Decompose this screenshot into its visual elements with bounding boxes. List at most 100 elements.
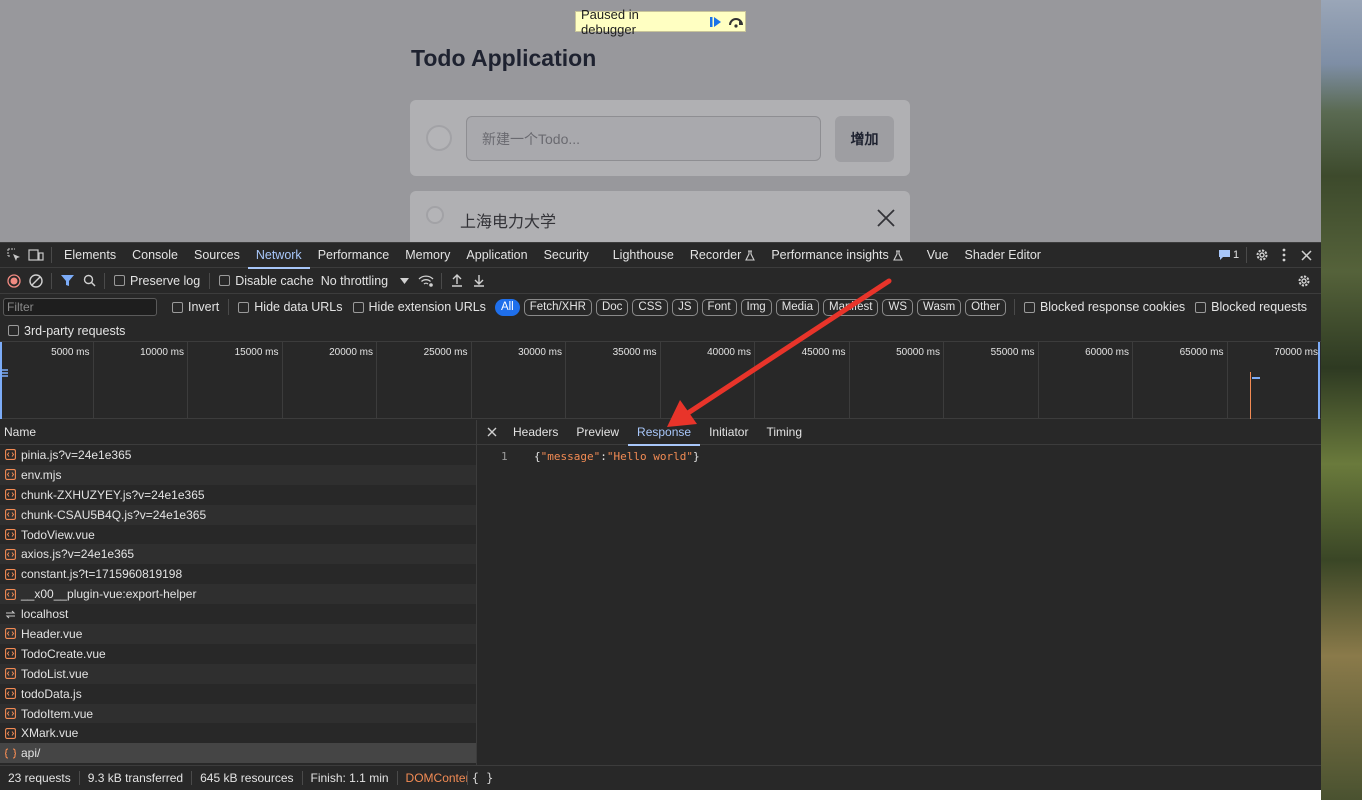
response-viewer[interactable]: 1 {"message":"Hello world"}: [477, 445, 1321, 765]
download-icon[interactable]: [468, 270, 490, 292]
checkbox-box[interactable]: [352, 301, 364, 313]
disable-cache-checkbox[interactable]: Disable cache: [219, 274, 314, 288]
filter-chip-media[interactable]: Media: [775, 298, 820, 316]
request-row[interactable]: env.mjs: [0, 464, 476, 485]
upload-icon[interactable]: [446, 270, 468, 292]
filter-chip-doc[interactable]: Doc: [595, 298, 629, 316]
checkbox-box[interactable]: [8, 325, 19, 336]
third-party-checkbox[interactable]: 3rd-party requests: [8, 324, 125, 338]
tab-security[interactable]: Security: [536, 243, 597, 268]
preserve-log-checkbox[interactable]: Preserve log: [114, 274, 200, 288]
tab-performance[interactable]: Performance: [310, 243, 398, 268]
more-options-icon[interactable]: [1273, 244, 1295, 266]
request-row[interactable]: Header.vue: [0, 624, 476, 644]
page-title: Todo Application: [411, 45, 597, 71]
checkbox-box[interactable]: [238, 301, 250, 313]
filter-chip-other[interactable]: Other: [965, 298, 1006, 316]
tab-network[interactable]: Network: [247, 243, 310, 269]
tab-sources[interactable]: Sources: [186, 243, 248, 268]
tab-lighthouse[interactable]: Lighthouse: [605, 243, 682, 268]
close-icon[interactable]: [876, 208, 896, 228]
name-column-header[interactable]: Name: [0, 420, 477, 445]
close-icon[interactable]: [484, 421, 500, 443]
request-row[interactable]: XMark.vue: [0, 723, 476, 743]
status-bar: 23 requests 9.3 kB transferred 645 kB re…: [0, 765, 1321, 790]
detail-tab-list: Headers Preview Response Initiator Timing: [504, 420, 811, 446]
add-button[interactable]: 增加: [835, 116, 894, 162]
detail-tab-preview[interactable]: Preview: [567, 420, 628, 445]
filter-chip-css[interactable]: CSS: [632, 298, 669, 316]
detail-tab-timing[interactable]: Timing: [757, 420, 811, 445]
request-row[interactable]: constant.js?t=1715960819198: [0, 564, 476, 584]
network-overview-timeline[interactable]: 5000 ms 10000 ms 15000 ms 20000 ms 25000 ms 3…: [0, 342, 1321, 419]
invert-checkbox[interactable]: Invert: [172, 300, 219, 314]
detail-tab-headers[interactable]: Headers: [504, 420, 567, 445]
filter-chip-wasm[interactable]: Wasm: [917, 298, 962, 316]
tab-application[interactable]: Application: [458, 243, 535, 268]
filter-chip-font[interactable]: Font: [701, 298, 737, 316]
detail-tab-response[interactable]: Response: [628, 420, 701, 446]
throttling-select[interactable]: No throttling: [321, 274, 410, 288]
request-row[interactable]: chunk-ZXHUZYEY.js?v=24e1e365: [0, 485, 476, 505]
filter-chip-manifest[interactable]: Manifest: [823, 298, 879, 316]
filter-icon[interactable]: [56, 270, 78, 292]
hide-extension-urls-checkbox[interactable]: Hide extension URLs: [352, 300, 486, 314]
tab-label: Vue: [926, 248, 949, 262]
request-row[interactable]: todoData.js: [0, 684, 476, 704]
request-row[interactable]: TodoCreate.vue: [0, 644, 476, 664]
close-icon[interactable]: [1295, 244, 1317, 266]
gear-icon[interactable]: [1293, 270, 1315, 292]
network-conditions-icon[interactable]: [415, 270, 437, 292]
tab-elements[interactable]: Elements: [56, 243, 124, 268]
issues-icon[interactable]: 1: [1216, 244, 1242, 266]
filter-chip-js[interactable]: JS: [672, 298, 698, 316]
blocked-requests-checkbox[interactable]: Blocked requests: [1195, 300, 1307, 314]
pretty-print-icon[interactable]: { }: [472, 767, 494, 789]
checkbox-box[interactable]: [1023, 301, 1035, 313]
record-icon[interactable]: [3, 270, 25, 292]
checkbox-box[interactable]: [172, 301, 183, 313]
gear-icon[interactable]: [1251, 244, 1273, 266]
blocked-cookies-checkbox[interactable]: Blocked response cookies: [1023, 300, 1185, 314]
request-row[interactable]: TodoList.vue: [0, 663, 476, 684]
request-row[interactable]: api/: [0, 743, 476, 764]
filter-chip-all[interactable]: All: [494, 298, 520, 316]
circle-icon: [426, 125, 452, 151]
todo-checkbox[interactable]: [426, 206, 444, 224]
checkbox-box[interactable]: [219, 275, 231, 286]
search-icon[interactable]: [78, 270, 100, 292]
tab-console[interactable]: Console: [124, 243, 186, 268]
checkbox-box[interactable]: [1195, 301, 1207, 313]
tab-recorder[interactable]: Recorder: [682, 243, 763, 268]
request-row[interactable]: __x00__plugin-vue:export-helper: [0, 584, 476, 605]
desktop-background: [1321, 0, 1362, 800]
tab-shader-editor[interactable]: Shader Editor: [957, 243, 1049, 268]
filter-input[interactable]: [3, 298, 157, 316]
invert-label: Invert: [188, 300, 220, 314]
request-row[interactable]: axios.js?v=24e1e365: [0, 544, 476, 565]
detail-tab-initiator[interactable]: Initiator: [700, 420, 757, 445]
clear-icon[interactable]: [25, 270, 47, 292]
request-row[interactable]: chunk-CSAU5B4Q.js?v=24e1e365: [0, 504, 476, 525]
request-row[interactable]: localhost: [0, 604, 476, 624]
checkbox-box[interactable]: [114, 275, 125, 286]
request-row[interactable]: TodoView.vue: [0, 525, 476, 545]
timeline-handle[interactable]: [1318, 342, 1320, 419]
devtools-panel: Elements Console Sources Network Performance…: [0, 242, 1321, 800]
request-row[interactable]: TodoItem.vue: [0, 703, 476, 724]
tab-memory[interactable]: Memory: [397, 243, 458, 268]
device-toolbar-icon[interactable]: [25, 244, 47, 266]
step-over-icon[interactable]: [727, 14, 745, 30]
filter-chip-ws[interactable]: WS: [882, 298, 914, 316]
tab-performance-insights[interactable]: Performance insights: [763, 243, 910, 268]
resume-icon[interactable]: [707, 14, 725, 30]
filter-chip-fetch-xhr[interactable]: Fetch/XHR: [523, 298, 592, 316]
new-todo-input[interactable]: [466, 116, 821, 161]
inspect-element-icon[interactable]: [3, 244, 25, 266]
filter-chip-img[interactable]: Img: [740, 298, 772, 316]
tab-vue[interactable]: Vue: [919, 243, 957, 268]
divider: [1246, 247, 1247, 263]
script-file-icon: [5, 489, 16, 501]
hide-data-urls-checkbox[interactable]: Hide data URLs: [238, 300, 343, 314]
request-row[interactable]: pinia.js?v=24e1e365: [0, 445, 476, 465]
